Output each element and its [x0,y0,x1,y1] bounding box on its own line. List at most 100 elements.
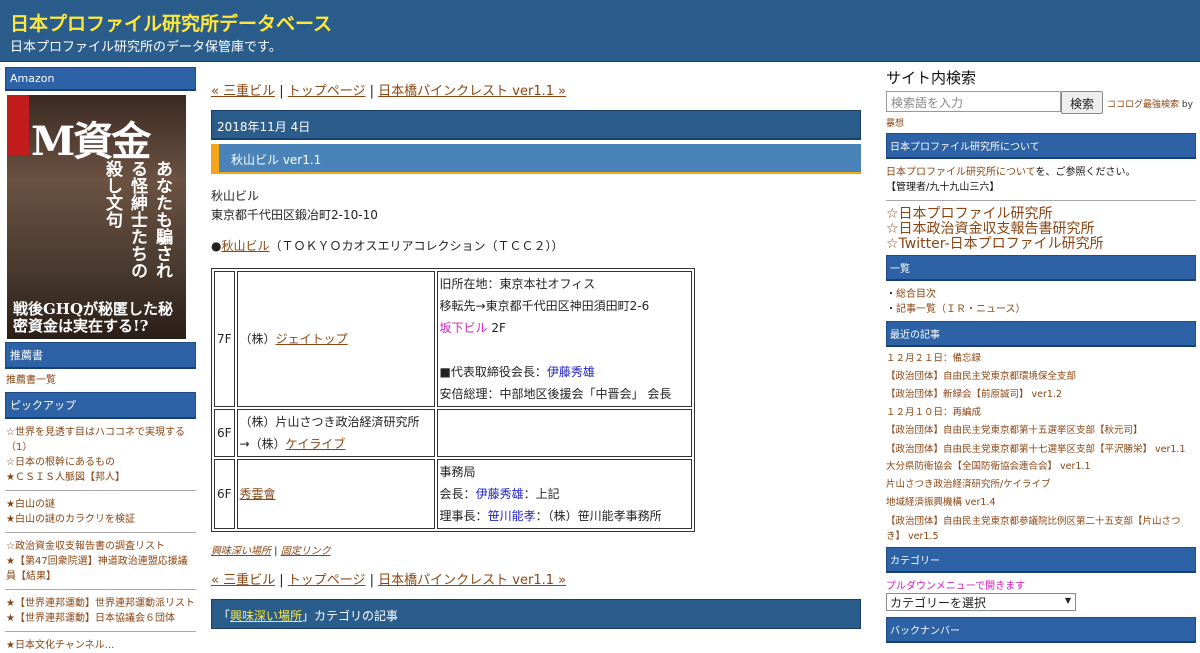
divider [5,631,196,632]
pickup-link[interactable]: ☆世界を見透す目はハココネで実現する（1） [6,427,185,453]
about-text: 日本プロファイル研究所についてを、ご参照ください。 [886,165,1196,180]
backnumber-heading: バックナンバー [886,617,1196,643]
about-link[interactable]: 日本プロファイル研究所について [886,167,1036,178]
about-heading: 日本プロファイル研究所について [886,133,1196,159]
table-row: 7F （株）ジェイトップ 旧所在地：東京本社オフィス 移転先→東京都千代田区神田… [214,271,692,407]
notes-cell: 旧所在地：東京本社オフィス 移転先→東京都千代田区神田須田町2-6 坂下ビル 2… [436,271,692,407]
recent-link[interactable]: 【政治団体】自由民主党東京都参議院比例区第二十五支部【片山さつき】 ver1.5 [886,514,1196,544]
tenant-link[interactable]: ケイライブ [286,437,346,451]
prev-entry-link[interactable]: « 三重ビル [211,573,275,588]
role-label: 理事長： [439,509,488,523]
featured-link[interactable]: ☆日本プロファイル研究所 [886,206,1053,222]
recent-link[interactable]: 【政治団体】自由民主党東京都第十五選挙区支部【秋元司】 [886,422,1196,440]
person-link[interactable]: 笹川能孝 [488,509,536,523]
tenant-cell: （株）片山さつき政治経済研究所 →（株）ケイライブ [236,409,435,457]
note-line: 安倍総理：中部地区後援会「中晋会」 会長 [439,387,672,401]
category-hint: プルダウンメニューで開きます [886,581,1026,592]
pickup-link[interactable]: ★ＣＳＩＳ人脈図【邦人】 [6,472,125,483]
entry-title: 秋山ビル ver1.1 [211,144,861,174]
search-button[interactable]: 検索 [1061,91,1103,114]
pickup-link[interactable]: ★白山の謎 [6,499,55,510]
recent-link[interactable]: 片山さつき政治経済研究所/ケイライブ [886,476,1196,494]
category-articles-suffix: 」カテゴリの記事 [302,609,399,623]
recommend-list-link[interactable]: 推薦書一覧 [6,375,56,386]
date-header: 2018年11月 4日 [211,110,861,140]
site-title[interactable]: 日本プロファイル研究所データベース [10,9,332,36]
book-cover-side-text: あなたも騙される怪紳士たちの殺し文句 [102,160,172,279]
pickup-link[interactable]: ★白山の謎のカラクリを検証 [6,514,135,525]
divider [5,532,196,533]
role-label: ■代表取締役会長： [439,365,547,379]
reference-link[interactable]: 秋山ビル [221,239,269,253]
tenant-cell: 秀雲會 [236,459,435,529]
pickup-link[interactable]: ★日本文化チャンネル... [6,640,114,651]
next-entry-link[interactable]: 日本橋パインクレスト ver1.1 » [378,573,566,588]
chevron-down-icon: ▼ [1064,596,1071,605]
recent-link[interactable]: １２月１０日：再編成 [886,404,1196,422]
book-cover-image[interactable]: M資金 あなたも騙される怪紳士たちの殺し文句 戦後GHQが秘匿した秘密資金は実在… [7,95,186,339]
note-text: ：上記 [523,487,560,501]
divider [5,589,196,590]
entry-body: 秋山ビル 東京都千代田区鍛冶町2-10-10 ●秋山ビル（ＴＯＫＹＯカオスエリア… [211,187,861,256]
category-select-value: カテゴリーを選択 [890,596,987,610]
next-entry-link[interactable]: 日本橋パインクレスト ver1.1 » [378,84,566,99]
pickup-link[interactable]: ★【世界連邦運動】日本協議会６団体 [6,613,175,624]
category-articles-header: 「興味深い場所」カテゴリの記事 [211,599,861,629]
recent-link[interactable]: １２月２１日：備忘録 [886,350,1196,368]
top-page-link[interactable]: トップページ [288,84,366,99]
category-link[interactable]: 興味深い場所 [211,546,271,557]
recent-link[interactable]: 【政治団体】自由民主党東京都第十七選挙区支部【平沢勝栄】 ver1.1 [886,442,1196,457]
index-link[interactable]: 記事一覧（ＩＲ・ニュース） [896,304,1026,315]
index-link[interactable]: 総合目次 [896,289,936,300]
permalink[interactable]: 固定リンク [281,546,331,557]
about-suffix: を、ご参照ください。 [1035,167,1136,178]
tenant-prefix: （株） [239,332,276,346]
pickup-link[interactable]: ☆日本の根幹にあるもの [6,457,115,468]
search-title: サイト内検索 [886,69,977,87]
pickup-group-5: ★日本文化チャンネル... [5,638,196,653]
recent-heading: 最近の記事 [886,321,1196,347]
bracket: 「 [218,609,231,623]
building-link[interactable]: 坂下ビル [440,321,488,335]
tenant-link[interactable]: 秀雲會 [240,487,276,501]
category-articles-link[interactable]: 興味深い場所 [230,609,302,623]
notes-cell [436,409,692,457]
entry-footer: 興味深い場所 | 固定リンク [211,542,861,557]
top-page-link[interactable]: トップページ [288,573,366,588]
pickup-group-1: ☆世界を見透す目はハココネで実現する（1） ☆日本の根幹にあるもの ★ＣＳＩＳ人… [5,425,196,485]
person-link[interactable]: 伊藤秀雄 [476,487,524,501]
category-select[interactable]: カテゴリーを選択 ▼ [886,593,1076,611]
recent-link[interactable]: 地域経済振興機構 ver1.4 [886,494,1196,512]
recent-link[interactable]: 【政治団体】自由民主党東京都環境保全支部 [886,368,1196,386]
pickup-link[interactable]: ☆政治資金収支報告書の調査リスト [6,541,165,552]
floor-cell: 7F [214,271,235,407]
tenant-name: （株）片山さつき政治経済研究所 [239,415,420,429]
search-row: 検索語を入力 検索 ココログ最強検索 by [886,91,1196,114]
search-author[interactable]: 暴想 [886,116,1196,129]
site-header: 日本プロファイル研究所データベース 日本プロファイル研究所のデータ保管庫です。 [0,0,1200,62]
note-line: 移転先→東京都千代田区神田須田町2-6 [439,299,650,313]
left-sidebar: Amazon M資金 あなたも騙される怪紳士たちの殺し文句 戦後GHQが秘匿した… [5,67,196,653]
tenant-link[interactable]: ジェイトップ [276,332,348,346]
recent-link[interactable]: 大分県防衛協会【全国防衛協会連合会】 ver1.1 [886,458,1196,476]
pickup-link[interactable]: ★【第47回衆院選】神道政治連盟応援議員【結果】 [6,556,188,582]
featured-link[interactable]: ☆日本政治資金収支報告書研究所 [886,221,1095,237]
pickup-group-2: ★白山の謎 ★白山の謎のカラクリを検証 [5,497,196,527]
divider [5,490,196,491]
nav-separator: | [275,573,288,588]
admin-text: 【管理者/九十九山三六】 [886,182,1000,193]
by-text: by [1181,100,1193,110]
prev-entry-link[interactable]: « 三重ビル [211,84,275,99]
note-line: 会長：伊藤秀雄：上記 [440,483,689,505]
search-input[interactable]: 検索語を入力 [886,91,1061,112]
floor-cell: 6F [214,459,235,529]
pickup-link[interactable]: ★【世界連邦運動】世界連邦運動派リスト [6,598,195,609]
recent-link[interactable]: 【政治団体】新緑会【前原誠司】 ver1.2 [886,386,1196,404]
person-link[interactable]: 伊藤秀雄 [547,365,595,379]
pickup-heading: ピックアップ [5,392,196,419]
entry-nav-bottom: « 三重ビル | トップページ | 日本橋パインクレスト ver1.1 » [211,569,861,589]
featured-link[interactable]: ☆Twitter-日本プロファイル研究所 [886,236,1104,252]
note-line: 理事長：笹川能孝：（株）笹川能孝事務所 [440,505,689,527]
cocolog-search-link[interactable]: ココログ最強検索 [1107,100,1179,110]
note-line: ■代表取締役会長：伊藤秀雄 [440,361,689,383]
